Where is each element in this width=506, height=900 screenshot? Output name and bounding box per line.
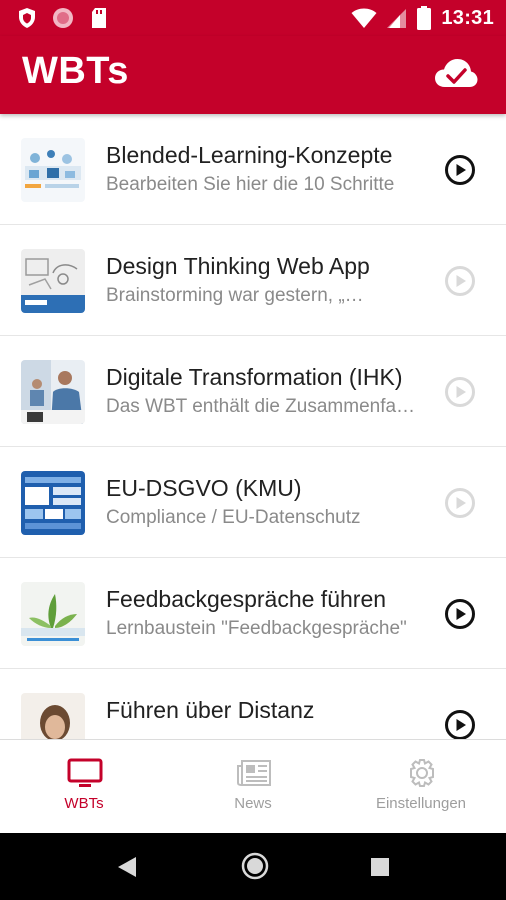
wifi-icon <box>351 8 377 28</box>
sd-card-icon <box>92 8 106 28</box>
list-item[interactable]: Feedbackgespräche führen Lernbaustein "F… <box>0 558 506 669</box>
play-icon[interactable] <box>444 598 476 630</box>
record-dot-icon <box>53 8 73 28</box>
list-item[interactable]: Blended-Learning-Konzepte Bearbeiten Sie… <box>0 114 506 225</box>
thumbnail-digitale-transformation <box>21 360 85 424</box>
back-icon[interactable] <box>116 855 138 879</box>
list-item[interactable]: Digitale Transformation (IHK) Das WBT en… <box>0 336 506 447</box>
wbt-title: Design Thinking Web App <box>106 253 370 279</box>
wbt-subtitle: Brainstorming war gestern, „… <box>106 285 364 306</box>
status-time: 13:31 <box>441 6 494 29</box>
nav-label-news: News <box>234 795 272 812</box>
nav-item-wbts[interactable]: WBTs <box>0 740 168 834</box>
wbt-subtitle: Lernbaustein "Feedbackgespräche" <box>106 618 407 639</box>
nav-label-wbts: WBTs <box>64 795 104 812</box>
wbt-title: Feedbackgespräche führen <box>106 586 387 612</box>
thumbnail-design-thinking <box>21 249 85 313</box>
monitor-icon <box>67 758 103 787</box>
nav-item-news[interactable]: News <box>169 740 337 834</box>
system-navigation-bar <box>0 833 506 900</box>
gear-icon <box>410 759 434 787</box>
app-bar: WBTs <box>0 36 506 114</box>
signal-icon <box>387 9 407 28</box>
list-item[interactable]: Design Thinking Web App Brainstorming wa… <box>0 225 506 336</box>
wbt-title: Blended-Learning-Konzepte <box>106 142 393 168</box>
battery-icon <box>417 6 432 30</box>
play-icon[interactable] <box>444 709 476 739</box>
bottom-navigation: WBTs News Einstellungen <box>0 739 506 834</box>
thumbnail-feedbackgespraeche <box>21 582 85 646</box>
wbt-subtitle: Das WBT enthält die Zusammenfassung <box>106 396 416 417</box>
nav-item-einstellungen[interactable]: Einstellungen <box>337 740 505 834</box>
home-icon[interactable] <box>240 851 270 881</box>
wbt-subtitle: Bearbeiten Sie hier die 10 Schritte <box>106 174 395 195</box>
play-icon[interactable] <box>444 154 476 186</box>
wbt-list: Blended-Learning-Konzepte Bearbeiten Sie… <box>0 114 506 739</box>
list-item[interactable]: EU-DSGVO (KMU) Compliance / EU-Datenschu… <box>0 447 506 558</box>
thumbnail-blended-learning <box>21 138 85 202</box>
wbt-title: Digitale Transformation (IHK) <box>106 364 403 390</box>
cloud-check-icon[interactable] <box>434 56 478 92</box>
status-bar: 13:31 <box>0 0 506 36</box>
wbt-subtitle: Compliance / EU-Datenschutz <box>106 507 361 528</box>
nav-label-einstellungen: Einstellungen <box>375 795 467 812</box>
play-icon <box>445 488 475 518</box>
page-title: WBTs <box>22 50 129 92</box>
newspaper-icon <box>237 760 271 786</box>
recents-icon[interactable] <box>370 857 390 877</box>
play-icon <box>445 377 475 407</box>
wbt-title: Führen über Distanz <box>106 697 315 723</box>
thumbnail-eu-dsgvo <box>21 471 85 535</box>
list-item[interactable]: Führen über Distanz <box>0 669 506 739</box>
thumbnail-fuehren-ueber-distanz <box>21 693 85 739</box>
play-icon <box>445 266 475 296</box>
shield-icon <box>19 8 35 28</box>
wbt-title: EU-DSGVO (KMU) <box>106 475 302 501</box>
